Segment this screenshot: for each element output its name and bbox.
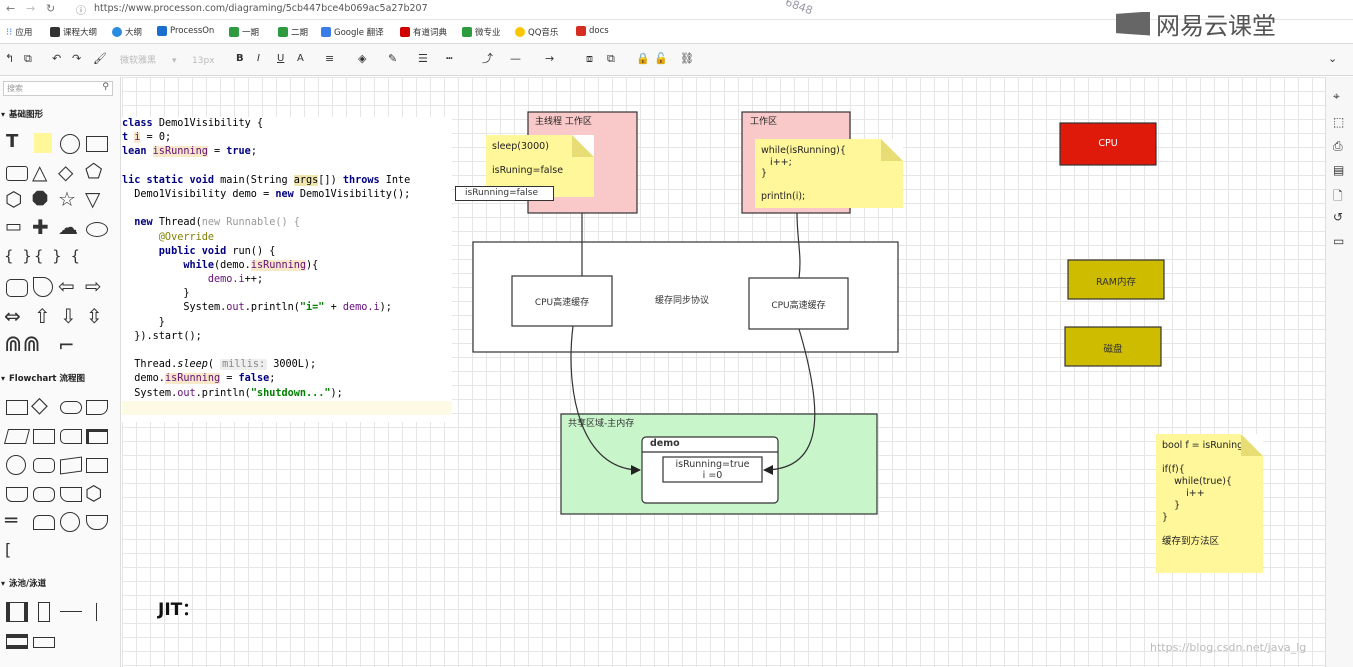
demo-title: demo (650, 438, 680, 449)
worker-label: 工作区 (750, 117, 778, 127)
cpu-label: CPU (1098, 138, 1118, 149)
note-right[interactable]: bool f = isRuning if(f){ while(true){ i+… (1156, 434, 1263, 573)
history-icon[interactable]: ↺ (1333, 210, 1343, 224)
data-icon[interactable]: ▤ (1333, 163, 1344, 177)
right-toolbar: ⌖ ⬚ ⎙ ▤ 🗋 ↺ ▭ (1325, 77, 1353, 667)
page-icon[interactable]: ⎙ (1333, 139, 1343, 154)
demo-fields: isRunning=true i =0 (675, 459, 750, 481)
diagram-svg (472, 111, 1165, 515)
cache-sync-label: 缓存同步协议 (655, 296, 710, 306)
isrunning-false-box[interactable]: isRunning=false (455, 186, 554, 201)
cpu-cache-left-label: CPU高速缓存 (534, 298, 590, 308)
shared-memory-label: 共享区域-主内存 (568, 419, 635, 429)
style-icon[interactable]: ⬚ (1333, 115, 1344, 129)
cpu-cache-right-label: CPU高速缓存 (771, 301, 826, 311)
jit-label: JIT： (158, 600, 200, 620)
watermark: https://blog.csdn.net/java_lg (1150, 641, 1307, 654)
main-thread-label: 主线程 工作区 (535, 117, 592, 127)
note-worker[interactable]: while(isRunning){ i++; } println(i); (755, 139, 903, 208)
comment-icon[interactable]: ▭ (1333, 234, 1344, 248)
navigate-icon[interactable]: ⌖ (1333, 89, 1340, 104)
document-icon[interactable]: 🗋 (1333, 187, 1343, 208)
disk-label: 磁盘 (1103, 344, 1123, 355)
ram-label: RAM内存 (1096, 277, 1136, 288)
